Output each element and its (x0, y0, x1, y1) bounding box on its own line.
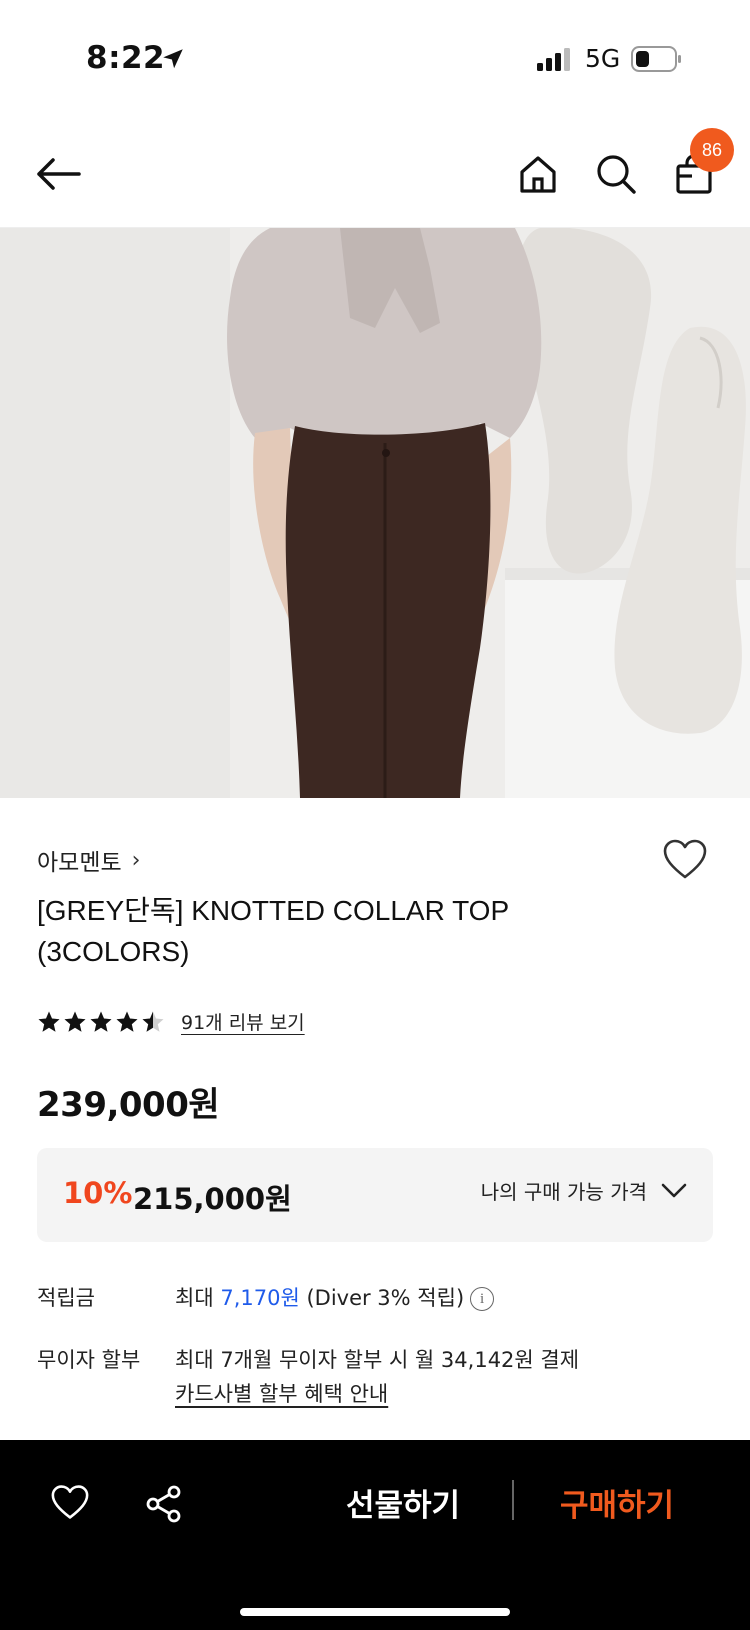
chevron-down-icon (661, 1183, 687, 1197)
heart-icon (51, 1485, 89, 1519)
gift-button[interactable]: 선물하기 (346, 1480, 460, 1525)
status-time: 8:22 (86, 40, 166, 76)
rating: 91개 리뷰 보기 (37, 1008, 305, 1035)
buy-button[interactable]: 구매하기 (560, 1480, 674, 1525)
back-arrow-icon (37, 158, 81, 190)
points-prefix: 최대 (175, 1286, 221, 1310)
points-value: 최대 7,170원 (Diver 3% 적립) i (175, 1282, 495, 1312)
home-icon (520, 156, 556, 193)
bottom-divider (512, 1480, 514, 1520)
network-label: 5G (585, 44, 621, 73)
installment-link[interactable]: 카드사별 할부 혜택 안내 (175, 1378, 388, 1408)
original-price: 239,000원 (37, 1085, 220, 1125)
home-indicator (240, 1608, 510, 1616)
points-label: 적립금 (37, 1286, 95, 1310)
installment-text: 최대 7개월 무이자 할부 시 월 34,142원 결제 (175, 1348, 580, 1372)
star-rating (37, 1010, 165, 1034)
product-title: [GREY단독] KNOTTED COLLAR TOP (3COLORS) (37, 895, 509, 967)
my-price-toggle[interactable]: 나의 구매 가능 가격 (481, 1176, 687, 1205)
star-icon (38, 1011, 60, 1032)
points-amount: 7,170원 (220, 1286, 300, 1310)
status-bar: 8:22 5G (0, 0, 750, 110)
star-icon (64, 1011, 86, 1032)
search-icon (597, 155, 636, 194)
review-link[interactable]: 91개 리뷰 보기 (181, 1008, 305, 1035)
home-button[interactable] (510, 146, 566, 202)
installment-label: 무이자 할부 (37, 1348, 141, 1372)
product-image[interactable] (0, 228, 750, 798)
top-nav (0, 120, 750, 228)
bottom-action-bar: 선물하기 구매하기 (0, 1440, 750, 1630)
product-photo (0, 228, 750, 798)
brand-link[interactable]: 아모멘토 › (37, 843, 140, 877)
bottom-wishlist-button[interactable] (50, 1484, 94, 1528)
share-button[interactable] (144, 1484, 188, 1528)
discount-price: 215,000원 (133, 1182, 292, 1216)
back-button[interactable] (30, 146, 86, 202)
star-icon (142, 1011, 164, 1032)
heart-outline-icon (663, 839, 707, 879)
location-arrow-icon (163, 49, 183, 69)
discount-box[interactable]: 10% 215,000원 나의 구매 가능 가격 (37, 1148, 713, 1242)
brand-name: 아모멘토 (37, 850, 122, 876)
signal-icon (537, 48, 570, 71)
points-suffix: (Diver 3% 적립) (299, 1286, 465, 1310)
star-icon (116, 1011, 138, 1032)
my-price-label: 나의 구매 가능 가격 (480, 1180, 647, 1204)
discount-rate: 10% (63, 1176, 133, 1210)
share-icon (146, 1485, 181, 1523)
search-button[interactable] (588, 146, 644, 202)
info-icon[interactable]: i (470, 1287, 495, 1311)
battery-icon (631, 46, 681, 72)
wishlist-button[interactable] (662, 838, 712, 884)
star-icon (90, 1011, 112, 1032)
chevron-right-icon: › (131, 847, 141, 873)
cart-count-badge: 86 (690, 128, 734, 172)
